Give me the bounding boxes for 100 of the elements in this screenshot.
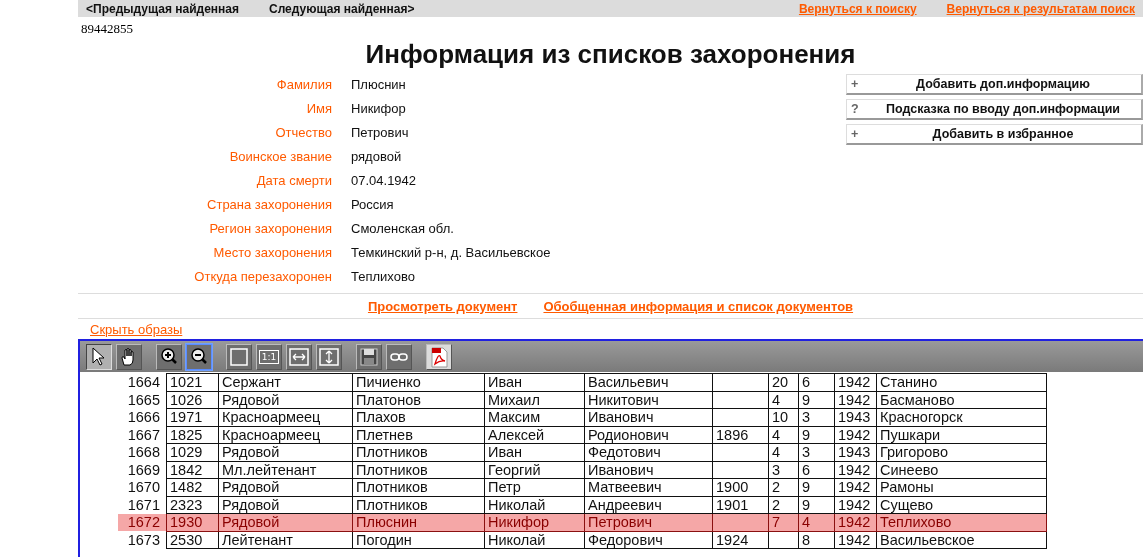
document-cell: Васильевич — [584, 373, 713, 391]
document-cell: 1026 — [166, 391, 219, 409]
document-cell: Рядовой — [218, 443, 353, 461]
field-value: Теплихово — [351, 268, 416, 286]
document-cell: Иванович — [584, 461, 713, 479]
document-cell: Федотович — [584, 443, 713, 461]
document-cell: 1673 — [118, 531, 167, 549]
document-cell: Николай — [484, 531, 585, 549]
document-link[interactable]: Обобщенная информация и список документов — [543, 299, 854, 314]
document-cell: 1666 — [118, 408, 167, 426]
document-cell: Рамоны — [876, 478, 1047, 496]
document-cell: Плотников — [352, 496, 485, 514]
document-cell: 1943 — [834, 443, 877, 461]
field-label: Фамилия — [275, 76, 332, 94]
document-cell: 20 — [768, 373, 799, 391]
document-cell: 9 — [798, 426, 835, 444]
hand-tool[interactable] — [116, 343, 142, 370]
actual-size-tool[interactable]: 1:1 — [256, 343, 282, 370]
document-cell: 1482 — [166, 478, 219, 496]
hide-images-link[interactable]: Скрыть образы — [90, 322, 183, 337]
field-label: Отчество — [274, 124, 332, 142]
document-cell: Мл.лейтенант — [218, 461, 353, 479]
document-cell: Сержант — [218, 373, 353, 391]
document-cell: 1971 — [166, 408, 219, 426]
fit-height-icon — [318, 345, 340, 368]
document-cell: 1668 — [118, 443, 167, 461]
field-label: Воинское звание — [228, 148, 332, 166]
document-cell: Григорово — [876, 443, 1047, 461]
document-cell: 1669 — [118, 461, 167, 479]
document-cell: Рядовой — [218, 496, 353, 514]
fit-page-tool[interactable] — [226, 343, 252, 370]
document-cell: 4 — [768, 391, 799, 409]
field-label: Регион захоронения — [208, 220, 332, 238]
link-tool[interactable] — [386, 343, 412, 370]
document-cell: 1942 — [834, 391, 877, 409]
nav-link[interactable]: Следующая найденная> — [269, 1, 415, 16]
document-cell: Погодин — [352, 531, 485, 549]
document-cell: Плотников — [352, 461, 485, 479]
document-cell: 1942 — [834, 531, 877, 549]
fit-page-icon — [228, 345, 250, 368]
field-label: Откуда перезахоронен — [193, 268, 332, 286]
document-cell: Пушкари — [876, 426, 1047, 444]
field-label: Место захоронения — [212, 244, 332, 262]
document-cell: 1665 — [118, 391, 167, 409]
field-value: Петрович — [351, 124, 410, 142]
save-icon — [358, 345, 380, 368]
nav-link[interactable]: <Предыдущая найденная — [86, 1, 239, 16]
document-cell: 9 — [798, 478, 835, 496]
document-cell: 1671 — [118, 496, 167, 514]
document-cell: Федорович — [584, 531, 713, 549]
document-cell: 1825 — [166, 426, 219, 444]
save-tool[interactable] — [356, 343, 382, 370]
document-cell: 4 — [768, 426, 799, 444]
document-cell: 8 — [798, 531, 835, 549]
field-value: Темкинский р-н, д. Васильевское — [351, 244, 552, 262]
document-cell: 4 — [768, 443, 799, 461]
document-cell: Иванович — [584, 408, 713, 426]
field-value: рядовой — [351, 148, 403, 166]
pointer-tool[interactable] — [86, 343, 112, 370]
document-cell: Басманово — [876, 391, 1047, 409]
document-cell: Николай — [484, 496, 585, 514]
document-cell: Плотников — [352, 443, 485, 461]
field-value: 07.04.1942 — [351, 172, 418, 190]
document-cell: 3 — [768, 461, 799, 479]
document-cell: Синеево — [876, 461, 1047, 479]
action-button[interactable]: + Добавить в избранное — [846, 124, 1143, 145]
document-cell: 6 — [798, 373, 835, 391]
field-value: Смоленская обл. — [351, 220, 455, 238]
zoom-out-tool[interactable] — [186, 343, 212, 370]
document-cell: Пичиенко — [352, 373, 485, 391]
document-cell: Платонов — [352, 391, 485, 409]
document-cell: Максим — [484, 408, 585, 426]
fit-width-tool[interactable] — [286, 343, 312, 370]
document-cell: Никитович — [584, 391, 713, 409]
document-cell: Лейтенант — [218, 531, 353, 549]
field-label: Имя — [305, 100, 332, 118]
fit-height-tool[interactable] — [316, 343, 342, 370]
document-cell: 2323 — [166, 496, 219, 514]
action-button[interactable]: + Добавить доп.информацию — [846, 74, 1143, 95]
document-cell: 2530 — [166, 531, 219, 549]
fit-width-icon — [288, 345, 310, 368]
document-cell: Матвеевич — [584, 478, 713, 496]
document-cell: Иван — [484, 443, 585, 461]
zoom-in-tool[interactable] — [156, 343, 182, 370]
document-cell: 1924 — [712, 531, 769, 549]
document-cell: Красногорск — [876, 408, 1047, 426]
document-cell: 1842 — [166, 461, 219, 479]
document-cell: 1667 — [118, 426, 167, 444]
document-link[interactable]: Просмотреть документ — [367, 299, 518, 314]
document-cell: 1021 — [166, 373, 219, 391]
document-cell: Станино — [876, 373, 1047, 391]
pdf-tool[interactable] — [426, 343, 452, 370]
document-cell: Родионович — [584, 426, 713, 444]
document-cell: Васильевское — [876, 531, 1047, 549]
action-button[interactable]: ? Подсказка по вводу доп.информации — [846, 99, 1143, 120]
field-label: Дата смерти — [255, 172, 332, 190]
document-cell: 1942 — [834, 478, 877, 496]
document-cell: Красноармеец — [218, 426, 353, 444]
document-cell: Петр — [484, 478, 585, 496]
document-cell: 6 — [798, 461, 835, 479]
